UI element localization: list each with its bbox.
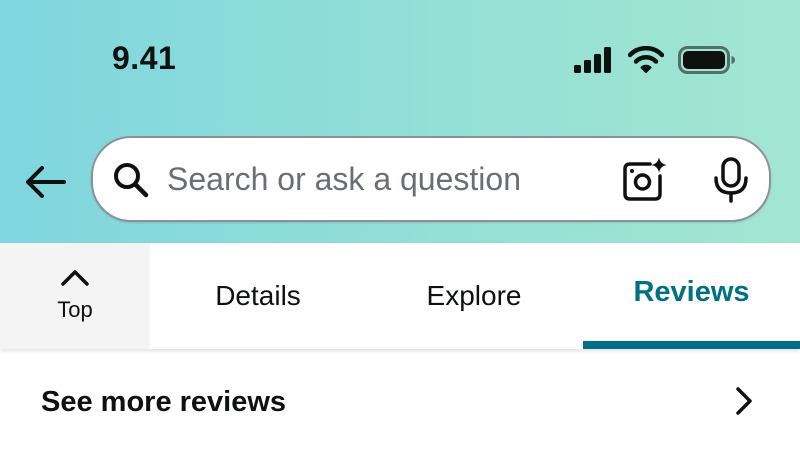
tab-top[interactable]: Top <box>0 243 150 349</box>
tab-top-label: Top <box>57 297 93 322</box>
cellular-signal-icon <box>574 47 614 73</box>
camera-sparkle-icon[interactable] <box>620 156 668 204</box>
status-time: 9.41 <box>112 40 177 76</box>
product-page-screen: 9.41 Search or ask a question Top Detail… <box>0 0 800 450</box>
tab-details[interactable]: Details <box>150 243 366 349</box>
status-icons <box>574 44 736 76</box>
tab-explore[interactable]: Explore <box>366 243 582 349</box>
active-tab-indicator <box>583 341 800 349</box>
battery-icon <box>678 46 736 74</box>
search-icon[interactable] <box>111 160 151 205</box>
header-bar: 9.41 <box>0 0 800 243</box>
chevron-right-icon <box>736 387 752 415</box>
section-tabs: Top Details Explore Reviews <box>0 243 800 349</box>
chevron-up-icon <box>61 270 89 286</box>
back-arrow-icon <box>26 166 66 198</box>
see-more-reviews-row[interactable]: See more reviews <box>0 352 800 450</box>
wifi-icon <box>628 46 664 74</box>
back-button[interactable] <box>22 160 68 204</box>
search-bar[interactable] <box>91 136 771 222</box>
see-more-reviews-label: See more reviews <box>41 386 287 418</box>
search-input[interactable] <box>167 152 577 206</box>
microphone-icon[interactable] <box>707 156 755 204</box>
tab-reviews[interactable]: Reviews <box>583 243 800 349</box>
